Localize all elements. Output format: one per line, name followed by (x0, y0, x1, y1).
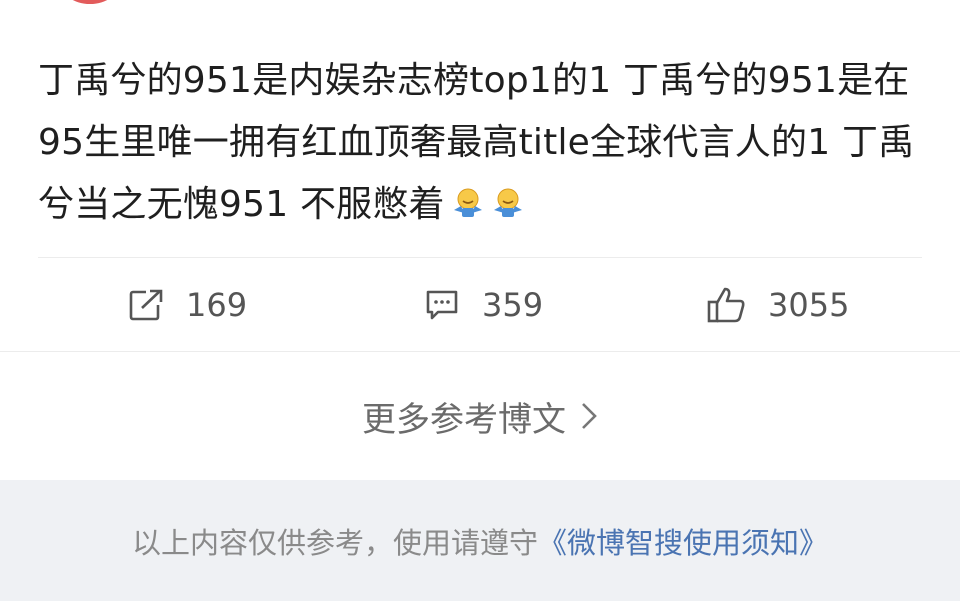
repost-button[interactable]: 169 (128, 258, 247, 352)
shrug-emoji-icon (493, 188, 522, 217)
post-text: 丁禹兮的951是内娱杂志榜top1的1 丁禹兮的951是在95生里唯一拥有红血顶… (38, 50, 928, 236)
disclaimer-footer: 以上内容仅供参考，使用请遵守 《微博智搜使用须知》 (0, 480, 960, 601)
action-bar: 169 359 3055 (0, 258, 960, 352)
repost-icon (129, 289, 163, 321)
weibo-post-card: 丁禹兮的951是内娱杂志榜top1的1 丁禹兮的951是在95生里唯一拥有红血顶… (0, 0, 960, 601)
more-posts-button[interactable]: 更多参考博文 (0, 352, 960, 480)
comment-count: 359 (482, 286, 544, 324)
shrug-emoji-icon (453, 188, 482, 217)
like-button[interactable]: 3055 (706, 258, 849, 352)
like-count: 3055 (768, 286, 850, 324)
more-posts-label: 更多参考博文 (362, 399, 566, 440)
repost-count: 169 (186, 286, 248, 324)
avatar[interactable] (60, 0, 120, 4)
comment-icon (426, 290, 458, 320)
comment-button[interactable]: 359 (424, 258, 543, 352)
usage-terms-link[interactable]: 《微博智搜使用须知》 (538, 520, 828, 562)
disclaimer-text: 以上内容仅供参考，使用请遵守 (131, 525, 538, 560)
thumbs-up-icon (707, 287, 745, 323)
chevron-right-icon (582, 403, 597, 429)
